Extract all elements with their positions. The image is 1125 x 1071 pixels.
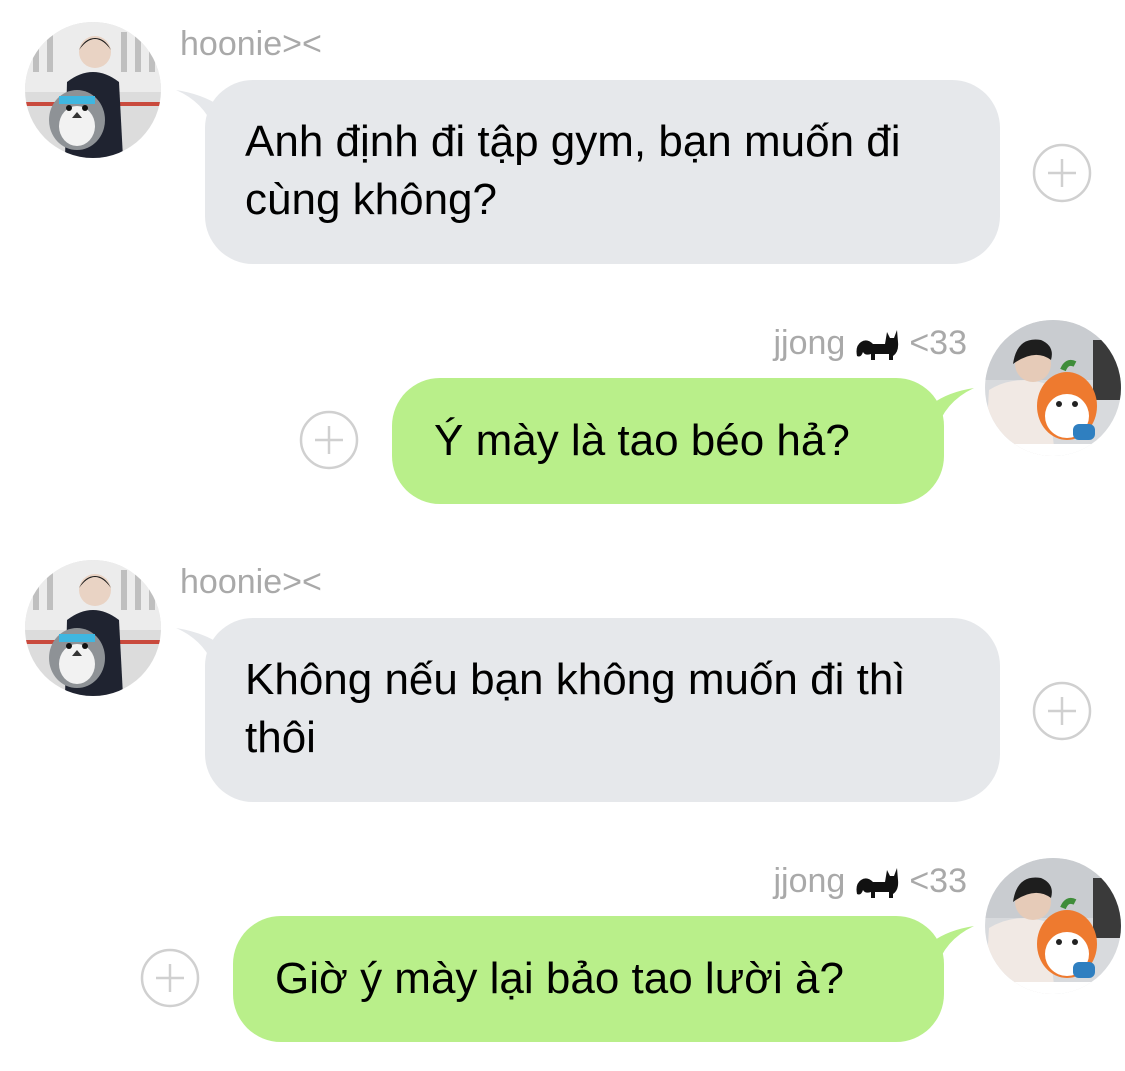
- sender-name-row: jjong <33: [773, 322, 967, 369]
- avatar-hoonie[interactable]: [25, 22, 161, 158]
- add-reaction-icon[interactable]: [1032, 681, 1092, 741]
- sender-name: jjong: [773, 862, 846, 900]
- message-bubble-outgoing[interactable]: Ý mày là tao béo hả?: [392, 378, 944, 504]
- sender-name: hoonie><: [180, 25, 322, 63]
- avatar-hoonie[interactable]: [25, 560, 161, 696]
- avatar-jjong[interactable]: [985, 320, 1121, 456]
- add-reaction-icon[interactable]: [1032, 143, 1092, 203]
- sender-name-row: jjong <33: [773, 860, 967, 907]
- message-bubble-outgoing[interactable]: Giờ ý mày lại bảo tao lười à?: [233, 916, 944, 1042]
- chat-thread: hoonie>< Anh định đi tập gym, bạn muốn đ…: [0, 0, 1125, 1071]
- add-reaction-icon[interactable]: [299, 410, 359, 470]
- add-reaction-icon[interactable]: [140, 948, 200, 1008]
- message-bubble-incoming[interactable]: Anh định đi tập gym, bạn muốn đi cùng kh…: [205, 80, 1000, 264]
- sender-suffix: <33: [909, 324, 967, 362]
- sender-suffix: <33: [909, 862, 967, 900]
- message-bubble-incoming[interactable]: Không nếu bạn không muốn đi thì thôi: [205, 618, 1000, 802]
- sender-name: hoonie><: [180, 563, 322, 601]
- sender-name: jjong: [773, 324, 846, 362]
- avatar-jjong[interactable]: [985, 858, 1121, 994]
- black-cat-icon: [853, 860, 901, 907]
- black-cat-icon: [853, 322, 901, 369]
